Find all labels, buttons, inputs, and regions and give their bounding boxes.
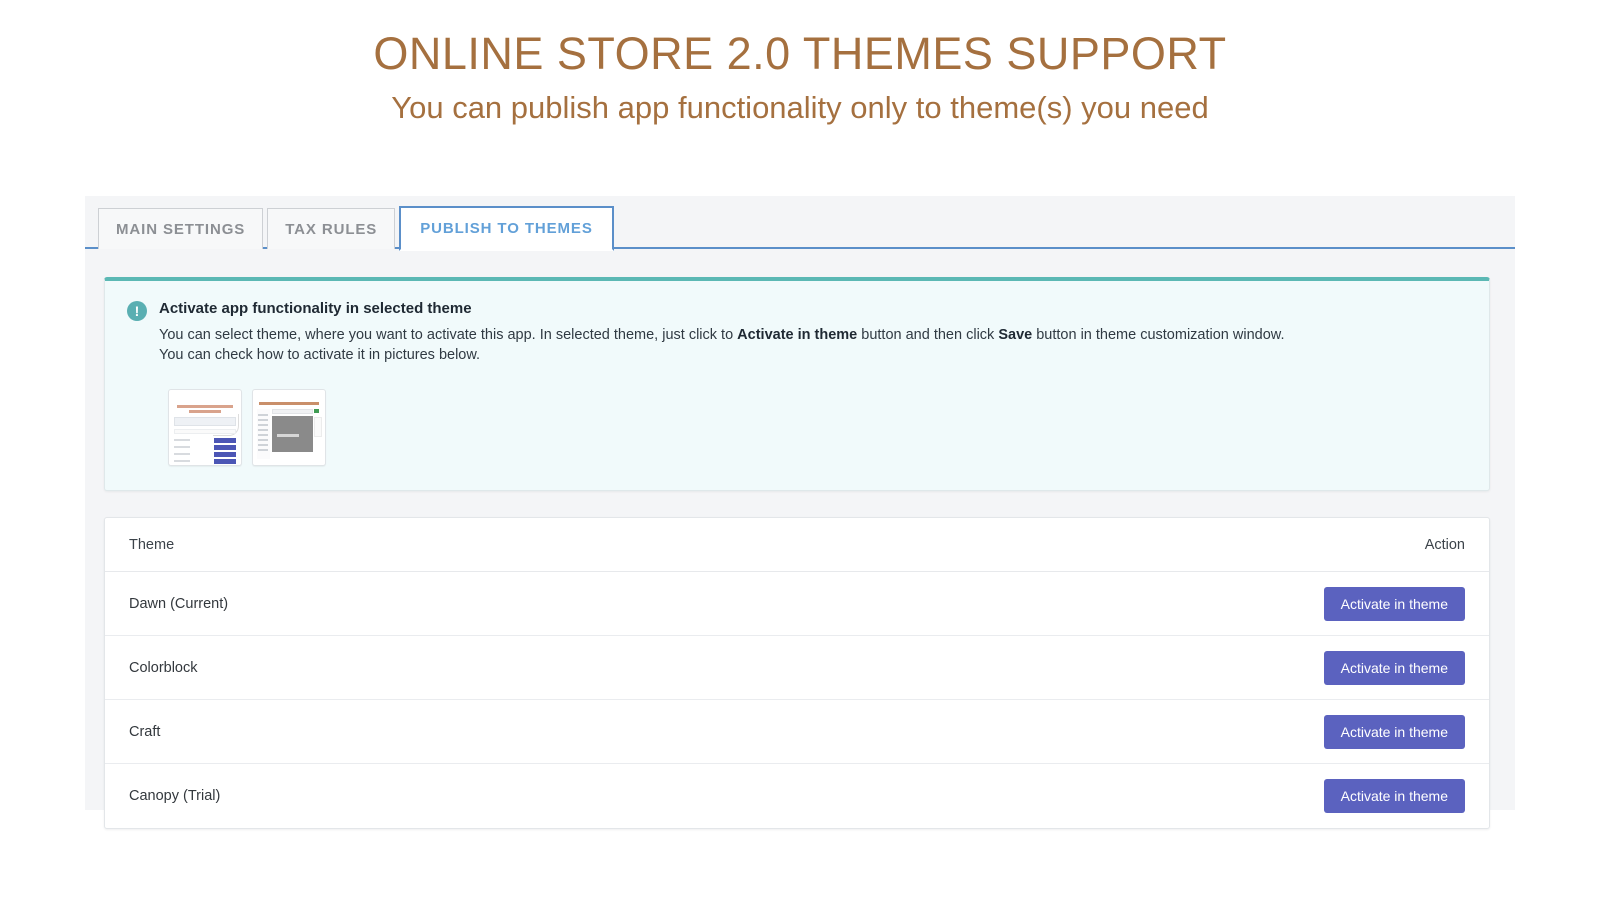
info-banner-text-c: button in theme customization window. [1032,327,1284,343]
page-title: ONLINE STORE 2.0 THEMES SUPPORT [0,30,1600,77]
tab-publish-to-themes[interactable]: PUBLISH TO THEMES [399,206,614,251]
tab-main-settings[interactable]: MAIN SETTINGS [98,208,263,249]
theme-action-cell: Activate in theme [1324,715,1465,749]
table-row: Dawn (Current) Activate in theme [105,572,1489,636]
tab-bar: MAIN SETTINGS TAX RULES PUBLISH TO THEME… [85,196,1515,249]
activate-in-theme-button[interactable]: Activate in theme [1324,779,1465,813]
info-banner-body: Activate app functionality in selected t… [159,300,1467,365]
tab-main-settings-label: MAIN SETTINGS [116,221,245,238]
thumb1-heading-line-2 [189,410,221,413]
thumb1-action-button [214,438,236,443]
info-banner-head: ! Activate app functionality in selected… [127,300,1467,365]
thumb1-heading-line [177,405,233,408]
info-banner-text-b: button and then click [857,327,998,343]
table-row: Colorblock Activate in theme [105,636,1489,700]
thumb1-row-line [174,460,190,462]
screenshot-app-settings-thumbnail[interactable] [168,389,242,466]
info-banner-line-1: You can select theme, where you want to … [159,326,1467,346]
page-header: ONLINE STORE 2.0 THEMES SUPPORT You can … [0,0,1600,126]
page-subtitle: You can publish app functionality only t… [0,89,1600,126]
tab-publish-to-themes-label: PUBLISH TO THEMES [420,220,593,237]
thumb2-save-button [314,409,319,413]
thumb1-row-line [174,446,190,448]
thumb2-sidebar-line [258,449,268,451]
thumb2-sidebar-line [258,429,268,431]
info-banner-line-2: You can check how to activate it in pict… [159,346,1467,366]
thumb1-row-line [174,439,190,441]
info-banner-strong-save: Save [998,327,1032,343]
tab-tax-rules-label: TAX RULES [285,221,377,238]
column-header-theme: Theme [129,537,1425,553]
theme-name: Craft [129,724,1324,740]
info-banner: ! Activate app functionality in selected… [104,277,1490,491]
thumb2-preview-label [277,434,299,437]
thumb1-input-bar [174,429,236,434]
thumb1-row-line [174,453,190,455]
thumb2-sidebar-line [258,444,268,446]
info-banner-strong-activate: Activate in theme [737,327,857,343]
exclamation-circle-icon: ! [127,301,147,321]
thumb2-heading-line [259,402,319,405]
thumb1-action-button [214,459,236,464]
thumb1-action-button [214,445,236,450]
thumb2-sidebar-line [258,414,268,416]
thumb2-toolbar [272,409,313,414]
activate-in-theme-button[interactable]: Activate in theme [1324,651,1465,685]
app-embed-container: MAIN SETTINGS TAX RULES PUBLISH TO THEME… [85,196,1515,810]
info-banner-text-a: You can select theme, where you want to … [159,327,737,343]
theme-name: Colorblock [129,660,1324,676]
thumb2-right-panel [314,417,322,437]
info-banner-title: Activate app functionality in selected t… [159,300,1467,317]
table-row: Canopy (Trial) Activate in theme [105,764,1489,828]
theme-name: Canopy (Trial) [129,788,1324,804]
activate-in-theme-button[interactable]: Activate in theme [1324,715,1465,749]
column-header-action: Action [1425,537,1465,553]
themes-table-card: Theme Action Dawn (Current) Activate in … [104,517,1490,829]
themes-table-header: Theme Action [105,518,1489,572]
theme-action-cell: Activate in theme [1324,587,1465,621]
activate-in-theme-button[interactable]: Activate in theme [1324,587,1465,621]
thumb2-sidebar-line [258,424,268,426]
thumb1-action-button [214,452,236,457]
theme-name: Dawn (Current) [129,596,1324,612]
thumb2-sidebar-line [258,434,268,436]
info-banner-thumbnails [168,389,1467,466]
theme-action-cell: Activate in theme [1324,651,1465,685]
tab-tax-rules[interactable]: TAX RULES [267,208,395,249]
theme-action-cell: Activate in theme [1324,779,1465,813]
thumb2-sidebar-line [258,419,268,421]
thumb2-sidebar-line [258,439,268,441]
table-row: Craft Activate in theme [105,700,1489,764]
screenshot-theme-editor-thumbnail[interactable] [252,389,326,466]
